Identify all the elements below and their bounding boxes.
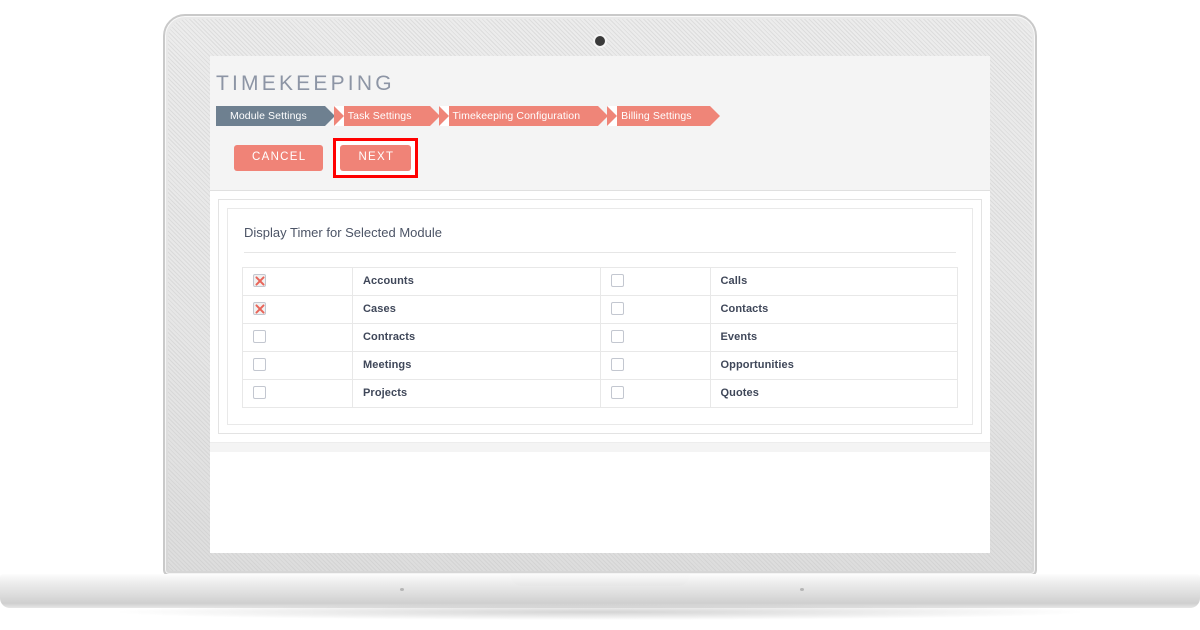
panel-bottom-strip [210, 441, 990, 452]
base-foot-dot-right [800, 588, 804, 591]
laptop-screen: TIMEKEEPING Module Settings Task Setting… [210, 56, 990, 553]
table-row: Meetings Opportunities [242, 350, 958, 380]
wizard-step-timekeeping-configuration[interactable]: Timekeeping Configuration [438, 106, 609, 126]
checkbox-quotes[interactable] [610, 386, 624, 400]
module-label-accounts: Accounts [352, 266, 601, 296]
table-row: Accounts Calls [242, 266, 958, 296]
module-checkbox-table: Accounts Calls Cases Contacts Contracts … [242, 266, 958, 408]
laptop-shadow [120, 604, 1080, 620]
module-label-opportunities: Opportunities [709, 350, 958, 380]
content-panel-outer: Display Timer for Selected Module Accoun… [218, 198, 982, 434]
checkbox-opportunities[interactable] [610, 358, 624, 372]
cancel-button[interactable]: CANCEL [234, 145, 324, 171]
module-label-meetings: Meetings [352, 350, 601, 380]
checkbox-cell [242, 378, 353, 408]
display-timer-panel: Display Timer for Selected Module Accoun… [227, 207, 973, 425]
checkbox-contracts[interactable] [253, 330, 266, 344]
wizard-step-task-settings[interactable]: Task Settings [333, 106, 440, 126]
table-row: Projects Quotes [242, 378, 958, 408]
wizard-step-module-settings[interactable]: Module Settings [216, 106, 335, 126]
webcam-icon [595, 36, 605, 46]
checkbox-contacts[interactable] [610, 302, 624, 316]
wizard-step-billing-settings[interactable]: Billing Settings [607, 106, 720, 126]
checkbox-cell [599, 322, 711, 352]
screenshot-stage: TIMEKEEPING Module Settings Task Setting… [0, 0, 1200, 630]
chevron-right-icon [709, 106, 720, 126]
panel-title: Display Timer for Selected Module [244, 224, 442, 240]
panel-divider [244, 251, 956, 253]
module-label-contacts: Contacts [709, 294, 958, 324]
table-row: Cases Contacts [242, 294, 958, 324]
checkbox-events[interactable] [610, 330, 624, 344]
next-button[interactable]: NEXT [340, 145, 412, 171]
checkbox-cell [242, 322, 353, 352]
module-table-body: Accounts Calls Cases Contacts Contracts … [242, 266, 958, 408]
checkbox-cell [242, 350, 353, 380]
laptop-base [0, 574, 1200, 608]
action-bar: CANCEL NEXT [210, 126, 990, 180]
checkbox-accounts[interactable] [253, 274, 266, 288]
checkbox-meetings[interactable] [253, 358, 266, 372]
table-row: Contracts Events [242, 322, 958, 352]
wizard-step-label: Timekeeping Configuration [452, 110, 581, 122]
checkbox-cases[interactable] [253, 302, 266, 316]
wizard-step-label: Billing Settings [621, 110, 692, 122]
checkbox-cell [599, 294, 711, 324]
module-label-contracts: Contracts [352, 322, 601, 352]
checkbox-cell [242, 294, 353, 324]
module-label-cases: Cases [352, 294, 601, 324]
wizard-step-label: Module Settings [230, 110, 307, 122]
app-header: TIMEKEEPING Module Settings Task Setting… [210, 56, 990, 191]
checkbox-cell [599, 266, 711, 296]
checkbox-cell [599, 378, 711, 408]
module-label-calls: Calls [709, 266, 958, 296]
module-label-events: Events [709, 322, 958, 352]
base-foot-dot-left [400, 588, 404, 591]
next-button-highlight-box: NEXT [333, 138, 419, 178]
wizard-breadcrumb: Module Settings Task Settings Timekeepin… [210, 106, 990, 126]
checkbox-calls[interactable] [610, 274, 624, 288]
page-empty-area [210, 451, 990, 553]
page-title: TIMEKEEPING [216, 72, 395, 95]
module-label-projects: Projects [352, 378, 601, 408]
checkbox-cell [599, 350, 711, 380]
checkbox-cell [242, 266, 353, 296]
module-label-quotes: Quotes [709, 378, 958, 408]
checkbox-projects[interactable] [253, 386, 266, 400]
wizard-step-label: Task Settings [347, 110, 412, 122]
